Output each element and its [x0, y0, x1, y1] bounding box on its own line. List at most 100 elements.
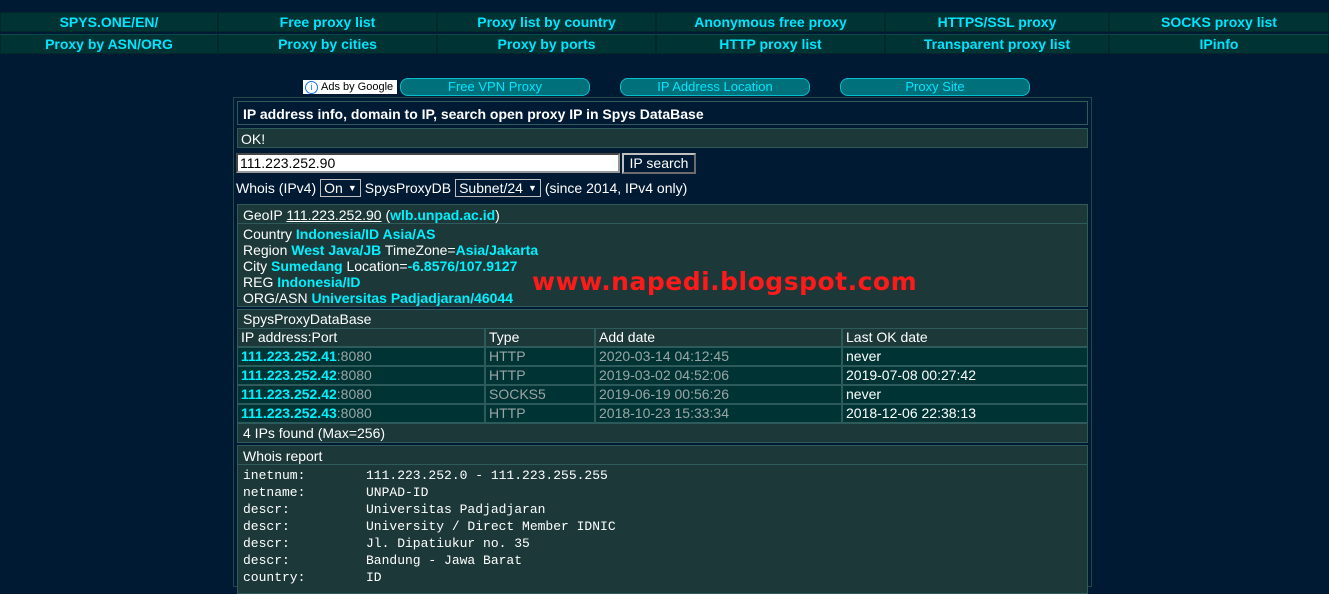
whois-line: descr: Universitas Padjadjaran: [243, 501, 1087, 518]
nav-link-proxy-by-country[interactable]: Proxy list by country: [437, 12, 656, 32]
geoip-ip-link[interactable]: 111.223.252.90: [286, 207, 381, 223]
ad-button-proxy-site[interactable]: Proxy Site: [840, 78, 1030, 96]
proxy-ip: 111.223.252.43: [241, 405, 337, 421]
proxydb-table: IP address:Port Type Add date Last OK da…: [237, 328, 1088, 423]
nav-link-socks-proxy[interactable]: SOCKS proxy list: [1109, 12, 1329, 32]
country-line: Country Indonesia/ID Asia/AS: [243, 226, 1087, 242]
proxy-add-date: 2020-03-14 04:12:45: [595, 347, 842, 366]
proxy-port: :8080: [336, 348, 372, 364]
nav-link-spys-one[interactable]: SPYS.ONE/EN/: [0, 12, 218, 32]
nav-link-anonymous-proxy[interactable]: Anonymous free proxy: [656, 12, 885, 32]
nav-link-transparent-proxy[interactable]: Transparent proxy list: [885, 34, 1109, 54]
table-row: 111.223.252.43:8080 HTTP 2018-10-23 15:3…: [237, 404, 1088, 423]
region-value: West Java/JB: [291, 242, 382, 258]
region-line: Region West Java/JB TimeZone=Asia/Jakart…: [243, 242, 1087, 258]
proxy-type: HTTP: [485, 404, 595, 423]
geoip-header: GeoIP 111.223.252.90 (wlb.unpad.ac.id): [237, 204, 1088, 224]
whois-key: netname:: [243, 485, 306, 500]
whois-key: inetnum:: [243, 468, 306, 483]
nav-link-https-proxy[interactable]: HTTPS/SSL proxy: [885, 12, 1109, 32]
nav-link-http-proxy[interactable]: HTTP proxy list: [656, 34, 885, 54]
whois-line: descr: Jl. Dipatiukur no. 35: [243, 535, 1087, 552]
city-value: Sumedang: [271, 258, 343, 274]
proxy-last-ok: 2019-07-08 00:27:42: [842, 366, 1088, 385]
nav-link-ipinfo[interactable]: IPinfo: [1109, 34, 1329, 54]
whois-value: Bandung - Jawa Barat: [366, 553, 523, 568]
proxy-port: :8080: [336, 367, 372, 383]
proxy-last-ok: 2018-12-06 22:38:13: [842, 404, 1088, 423]
whois-line: descr: Bandung - Jawa Barat: [243, 552, 1087, 569]
proxy-ip: 111.223.252.42: [241, 367, 337, 383]
table-row: 111.223.252.41:8080 HTTP 2020-03-14 04:1…: [237, 347, 1088, 366]
whois-value: Jl. Dipatiukur no. 35: [366, 536, 530, 551]
proxy-port: :8080: [336, 386, 372, 402]
top-navigation: SPYS.ONE/EN/ Free proxy list Proxy list …: [0, 12, 1329, 56]
org-label: ORG/ASN: [243, 290, 308, 306]
chevron-down-icon: ▼: [527, 183, 537, 193]
country-label: Country: [243, 226, 293, 242]
proxy-add-date: 2019-03-02 04:52:06: [595, 366, 842, 385]
whois-key: descr:: [243, 519, 290, 534]
blog-watermark: www.napedi.blogspot.com: [532, 267, 918, 296]
whois-report-body: inetnum: 111.223.252.0 - 111.223.255.255 n…: [237, 464, 1088, 594]
proxy-add-date: 2019-06-19 00:56:26: [595, 385, 842, 404]
whois-key: descr:: [243, 536, 290, 551]
whois-report-header: Whois report: [237, 445, 1088, 465]
proxy-port: :8080: [336, 405, 372, 421]
column-header-add-date: Add date: [595, 328, 842, 347]
whois-line: inetnum: 111.223.252.0 - 111.223.255.255: [243, 467, 1087, 484]
proxy-ip: 111.223.252.41: [241, 348, 337, 364]
proxy-last-ok: never: [842, 385, 1088, 404]
whois-value: University / Direct Member IDNIC: [366, 519, 616, 534]
info-icon: i: [305, 80, 318, 94]
geoip-label: GeoIP: [243, 207, 283, 223]
proxy-address-cell[interactable]: 111.223.252.42:8080: [237, 385, 485, 404]
nav-link-free-proxy-list[interactable]: Free proxy list: [218, 12, 437, 32]
proxy-address-cell[interactable]: 111.223.252.42:8080: [237, 366, 485, 385]
table-header-row: IP address:Port Type Add date Last OK da…: [237, 328, 1088, 347]
ipv4-note: (since 2014, IPv4 only): [544, 180, 688, 196]
proxy-address-cell[interactable]: 111.223.252.41:8080: [237, 347, 485, 366]
column-header-last-ok: Last OK date: [842, 328, 1088, 347]
ip-search-input[interactable]: [236, 153, 620, 173]
proxy-type: HTTP: [485, 347, 595, 366]
ad-button-free-vpn[interactable]: Free VPN Proxy: [400, 78, 590, 96]
proxydb-header: SpysProxyDataBase: [237, 309, 1088, 329]
proxy-add-date: 2018-10-23 15:33:34: [595, 404, 842, 423]
nav-row-2: Proxy by ASN/ORG Proxy by cities Proxy b…: [0, 34, 1329, 56]
whois-select[interactable]: On ▼: [320, 179, 361, 197]
proxy-address-cell[interactable]: 111.223.252.43:8080: [237, 404, 485, 423]
city-label: City: [243, 258, 268, 274]
ads-by-google-badge[interactable]: i Ads by Google: [303, 80, 397, 94]
country-value: Indonesia/ID Asia/AS: [295, 226, 436, 242]
proxy-ip: 111.223.252.42: [241, 386, 337, 402]
region-label: Region: [243, 242, 288, 258]
timezone-value: Asia/Jakarta: [455, 242, 539, 258]
column-header-type: Type: [485, 328, 595, 347]
table-row: 111.223.252.42:8080 HTTP 2019-03-02 04:5…: [237, 366, 1088, 385]
whois-select-value: On: [324, 180, 343, 196]
chevron-down-icon: ▼: [347, 183, 357, 193]
status-message: OK!: [237, 128, 1088, 148]
ad-button-ip-location[interactable]: IP Address Location: [620, 78, 810, 96]
reg-label: REG: [243, 274, 274, 290]
column-header-ip-port: IP address:Port: [237, 328, 485, 347]
ip-search-button[interactable]: IP search: [622, 153, 696, 174]
nav-link-proxy-by-ports[interactable]: Proxy by ports: [437, 34, 656, 54]
whois-value: Universitas Padjadjaran: [366, 502, 546, 517]
nav-link-proxy-by-asn[interactable]: Proxy by ASN/ORG: [0, 34, 218, 54]
nav-link-proxy-by-cities[interactable]: Proxy by cities: [218, 34, 437, 54]
nav-row-1: SPYS.ONE/EN/ Free proxy list Proxy list …: [0, 12, 1329, 34]
org-value: Universitas Padjadjaran/46044: [311, 290, 514, 306]
proxy-type: HTTP: [485, 366, 595, 385]
geoip-hostname: wlb.unpad.ac.id: [390, 207, 496, 223]
ad-bar: i Ads by Google Free VPN Proxy IP Addres…: [0, 78, 1329, 96]
page-title: IP address info, domain to IP, search op…: [237, 101, 1088, 125]
subnet-select[interactable]: Subnet/24 ▼: [455, 179, 541, 197]
whois-line: netname: UNPAD-ID: [243, 484, 1087, 501]
location-label: Location=: [346, 258, 408, 274]
whois-key: descr:: [243, 502, 290, 517]
proxy-type: SOCKS5: [485, 385, 595, 404]
whois-line: descr: University / Direct Member IDNIC: [243, 518, 1087, 535]
subnet-select-value: Subnet/24: [459, 180, 523, 196]
